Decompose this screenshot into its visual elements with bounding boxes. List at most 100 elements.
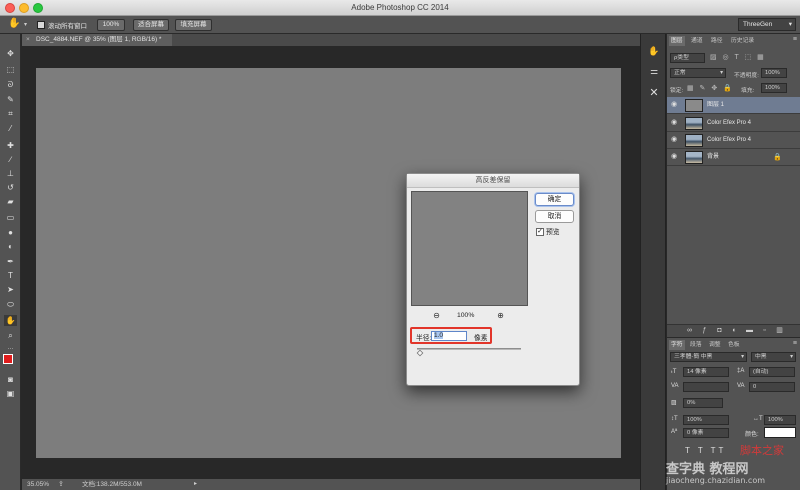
status-menu-arrow-icon[interactable]: ▸ — [194, 479, 197, 490]
horizontal-scale-value: 100% — [768, 417, 783, 423]
foreground-color-swatch[interactable] — [3, 354, 13, 364]
link-layers-icon[interactable]: ∞ — [685, 327, 694, 335]
crop-tool-icon[interactable]: ⌗ — [4, 108, 17, 119]
fill-screen-button[interactable]: 填充屏幕 — [175, 19, 212, 31]
font-size-value: 14 像素 — [687, 369, 707, 375]
kerning-icon: VA — [671, 383, 679, 389]
layer-row[interactable]: ◉ 背景 🔒 — [667, 149, 800, 166]
history-brush-tool-icon[interactable]: ↺ — [4, 182, 17, 193]
panel-menu-icon[interactable]: ≡ — [793, 340, 797, 347]
hand-tool-icon[interactable]: ✋ — [8, 18, 20, 29]
opacity-input[interactable]: 100% — [761, 68, 787, 78]
move-tool-icon[interactable]: ✥ — [4, 48, 17, 59]
gradient-tool-icon[interactable]: ▭ — [4, 212, 17, 223]
font-style-select[interactable]: 中黑 ▾ — [751, 352, 796, 362]
layer-row[interactable]: ◉ Color Efex Pro 4 — [667, 115, 800, 132]
new-layer-icon[interactable]: ▫ — [760, 327, 769, 335]
opacity-value: 100% — [765, 70, 780, 76]
delete-layer-icon[interactable]: ▥ — [775, 327, 784, 335]
layer-name[interactable]: Color Efex Pro 4 — [707, 115, 751, 132]
font-size-input[interactable]: 14 像素 — [683, 367, 729, 377]
radius-slider-thumb[interactable] — [416, 349, 424, 357]
layer-name[interactable]: Color Efex Pro 4 — [707, 132, 751, 149]
layer-row[interactable]: ◉ Color Efex Pro 4 — [667, 132, 800, 149]
horizontal-scale-input[interactable]: 100% — [764, 415, 796, 425]
pen-tool-icon[interactable]: ✒ — [4, 256, 17, 267]
actual-pixels-button[interactable]: 100% — [97, 19, 125, 31]
quick-select-tool-icon[interactable]: ✎ — [4, 94, 17, 105]
zoom-level[interactable]: 35.05% — [27, 479, 49, 490]
lasso-tool-icon[interactable]: ᘐ — [4, 79, 17, 90]
clone-stamp-tool-icon[interactable]: ⊥ — [4, 168, 17, 179]
hand-icon[interactable]: ✋ — [646, 44, 662, 58]
zoom-out-icon[interactable]: ⊖ — [432, 311, 441, 320]
tab-paragraph[interactable]: 段落 — [688, 340, 704, 350]
vertical-scale-input[interactable]: 100% — [683, 415, 729, 425]
layer-style-icon[interactable]: ƒ — [700, 327, 709, 335]
tab-character[interactable]: 字符 — [669, 340, 685, 350]
tool-preset-dropdown-icon[interactable]: ▾ — [24, 21, 27, 28]
baseline-value: 0 像素 — [687, 430, 704, 436]
panel-menu-icon[interactable]: ≡ — [793, 36, 797, 43]
scroll-all-windows-checkbox[interactable] — [37, 21, 45, 29]
blend-mode-select[interactable]: 正常 ▾ — [670, 68, 726, 78]
font-family-select[interactable]: 三孝體-簡 中黑 ▾ — [670, 352, 747, 362]
brush-tool-icon[interactable]: ∕ — [4, 154, 17, 165]
document-tab[interactable]: × DSC_4884.NEF @ 35% (图层 1, RGB/16) * — [22, 34, 172, 46]
adjustment-layer-icon[interactable]: ◐ — [730, 327, 739, 335]
lock-icons[interactable]: ▦ ✎ ✥ 🔒 — [687, 84, 734, 92]
close-icon[interactable]: × — [26, 34, 30, 46]
tab-layers[interactable]: 图层 — [669, 36, 685, 46]
visibility-eye-icon[interactable]: ◉ — [671, 136, 680, 144]
shape-tool-icon[interactable]: ⬭ — [4, 299, 17, 310]
share-icon[interactable]: ⇪ — [58, 479, 64, 490]
adjust-sliders-icon[interactable]: ⚌ — [646, 64, 662, 78]
filter-type-icons[interactable]: ▨ ◎ T ⬚ ▦ — [710, 53, 766, 61]
tracking-input[interactable]: 0 — [749, 382, 795, 392]
add-mask-icon[interactable]: ◘ — [715, 327, 724, 335]
blur-tool-icon[interactable]: ● — [4, 227, 17, 238]
visibility-eye-icon[interactable]: ◉ — [671, 153, 680, 161]
marquee-tool-icon[interactable]: ⬚ — [4, 64, 17, 75]
layer-thumbnail — [685, 99, 703, 112]
eraser-tool-icon[interactable]: ▰ — [4, 196, 17, 207]
type-tool-icon[interactable]: T — [4, 270, 17, 281]
workspace-select[interactable]: ThreeGen ▾ — [738, 18, 796, 31]
cancel-button[interactable]: 取消 — [535, 210, 574, 223]
zoom-tool-icon[interactable]: ⌕ — [4, 330, 17, 341]
preview-checkbox[interactable]: ✓ — [536, 228, 544, 236]
tools-x-icon[interactable]: ✕ — [646, 86, 662, 100]
screen-mode-icon[interactable]: ▣ — [4, 388, 17, 399]
kerning-input[interactable] — [683, 382, 729, 392]
filter-preview[interactable] — [411, 191, 528, 306]
layer-filter-select[interactable]: ρ类型 — [670, 53, 705, 63]
layer-name[interactable]: 背景 — [707, 149, 719, 166]
visibility-eye-icon[interactable]: ◉ — [671, 101, 680, 109]
tab-paths[interactable]: 路径 — [709, 36, 725, 46]
baseline-input[interactable]: 0 像素 — [683, 428, 729, 438]
fill-input[interactable]: 100% — [761, 83, 787, 93]
tab-history[interactable]: 历史记录 — [729, 36, 756, 46]
text-style-buttons[interactable]: T T TT — [685, 446, 726, 455]
fit-screen-button[interactable]: 适合屏幕 — [133, 19, 169, 31]
tab-adjustments[interactable]: 调整 — [707, 340, 723, 350]
radius-slider-track[interactable] — [417, 348, 521, 350]
radius-input[interactable]: 1.0 — [431, 331, 467, 341]
healing-brush-tool-icon[interactable]: ✚ — [4, 140, 17, 151]
new-group-icon[interactable]: ▬ — [745, 327, 754, 335]
layer-row[interactable]: ◉ 图层 1 — [667, 97, 800, 114]
tab-swatches[interactable]: 色板 — [726, 340, 742, 350]
leading-input[interactable]: (自动) — [749, 367, 795, 377]
zoom-in-icon[interactable]: ⊕ — [496, 311, 505, 320]
quick-mask-icon[interactable]: ◙ — [4, 374, 17, 385]
path-selection-tool-icon[interactable]: ➤ — [4, 284, 17, 295]
hand-tool-icon[interactable]: ✋ — [4, 315, 17, 326]
layer-name[interactable]: 图层 1 — [707, 97, 724, 114]
text-color-swatch[interactable] — [764, 427, 796, 438]
tsume-input[interactable]: 0% — [683, 398, 723, 408]
ok-button[interactable]: 确定 — [535, 193, 574, 206]
eyedropper-tool-icon[interactable]: ⁄ — [4, 123, 17, 134]
dodge-tool-icon[interactable]: ◐ — [4, 241, 17, 252]
visibility-eye-icon[interactable]: ◉ — [671, 119, 680, 127]
tab-channels[interactable]: 通道 — [689, 36, 705, 46]
